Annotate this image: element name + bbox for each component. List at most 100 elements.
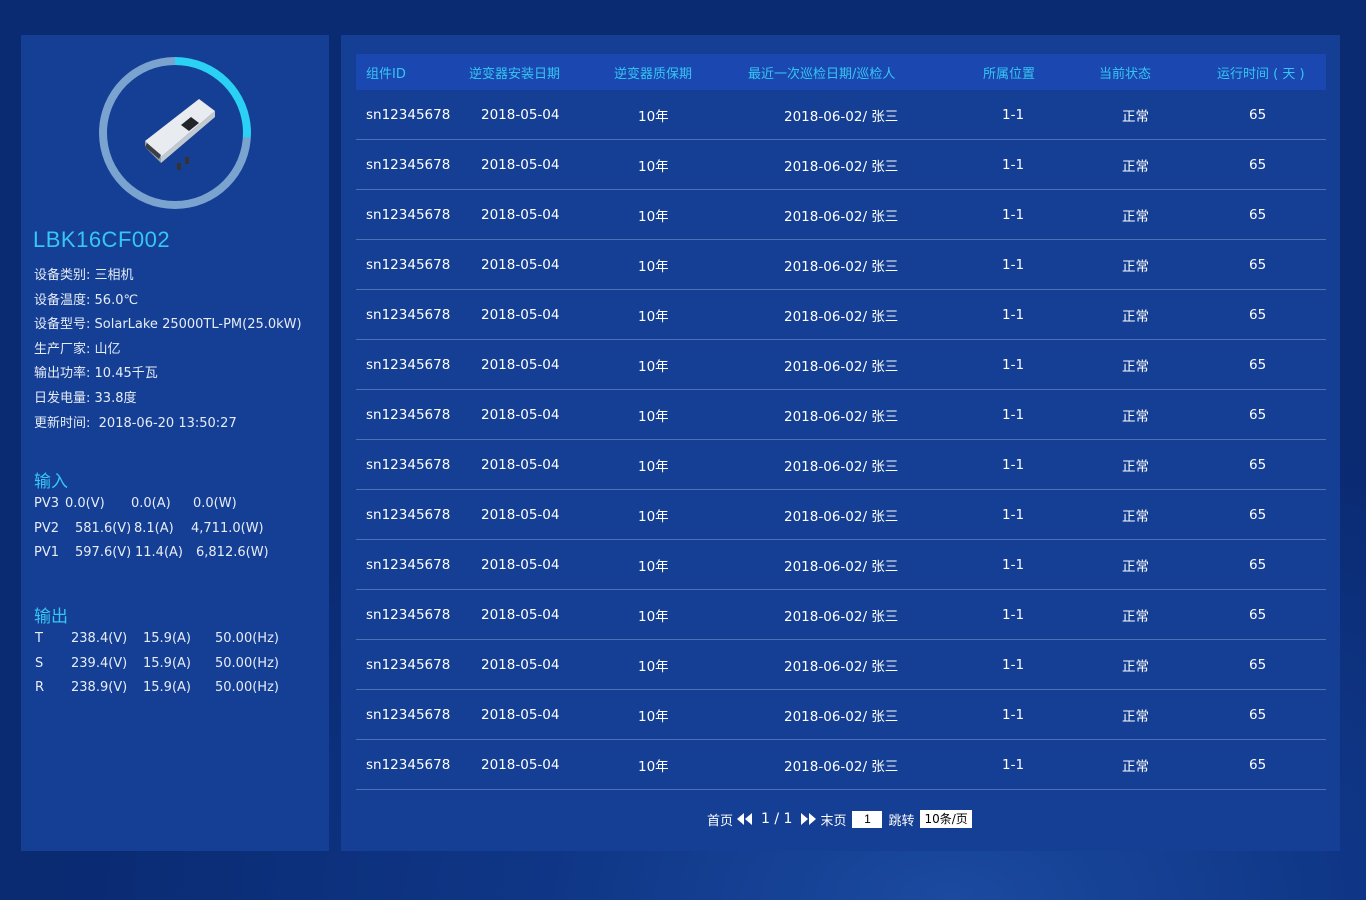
table-row[interactable]: sn12345678 2018-05-04 10年 2018-06-02/ 张三 1-1… — [356, 639, 1326, 690]
cell-last-inspection: 2018-06-02/ 张三 — [729, 489, 959, 540]
column-header-install-date[interactable]: 逆变器安装日期 — [459, 54, 599, 90]
cell-last-inspection: 2018-06-02/ 张三 — [729, 689, 959, 740]
info-row-category: 设备类别: 三相机 — [34, 268, 134, 283]
cell-component-id: sn12345678 — [356, 539, 459, 590]
table-row[interactable]: sn12345678 2018-05-04 10年 2018-06-02/ 张三 1-1… — [356, 589, 1326, 640]
cell-last-inspection: 2018-06-02/ 张三 — [729, 339, 959, 390]
cell-runtime: 65 — [1201, 739, 1326, 790]
table-row[interactable]: sn12345678 2018-05-04 10年 2018-06-02/ 张三 1-1… — [356, 389, 1326, 440]
double-left-arrow-icon[interactable] — [737, 813, 753, 825]
cell-last-inspection: 2018-06-02/ 张三 — [729, 439, 959, 490]
cell-location: 1-1 — [959, 189, 1069, 240]
cell-last-inspection: 2018-06-02/ 张三 — [729, 739, 959, 790]
cell-status: 正常 — [1069, 539, 1201, 590]
column-header-warranty[interactable]: 逆变器质保期 — [599, 54, 729, 90]
cell-location: 1-1 — [959, 389, 1069, 440]
cell-component-id: sn12345678 — [356, 589, 459, 640]
cell-warranty: 10年 — [599, 539, 729, 590]
cell-component-id: sn12345678 — [356, 139, 459, 190]
cell-install-date: 2018-05-04 — [459, 90, 599, 140]
cell-runtime: 65 — [1201, 639, 1326, 690]
cell-last-inspection: 2018-06-02/ 张三 — [729, 539, 959, 590]
cell-status: 正常 — [1069, 239, 1201, 290]
column-header-runtime[interactable]: 运行时间 ( 天 ) — [1201, 54, 1326, 90]
cell-status: 正常 — [1069, 639, 1201, 690]
table-row[interactable]: sn12345678 2018-05-04 10年 2018-06-02/ 张三 1-1… — [356, 189, 1326, 240]
table-row[interactable]: sn12345678 2018-05-04 10年 2018-06-02/ 张三 1-1… — [356, 339, 1326, 390]
cell-component-id: sn12345678 — [356, 439, 459, 490]
cell-location: 1-1 — [959, 739, 1069, 790]
cell-last-inspection: 2018-06-02/ 张三 — [729, 189, 959, 240]
cell-status: 正常 — [1069, 339, 1201, 390]
cell-warranty: 10年 — [599, 589, 729, 640]
cell-install-date: 2018-05-04 — [459, 139, 599, 190]
cell-status: 正常 — [1069, 689, 1201, 740]
cell-status: 正常 — [1069, 739, 1201, 790]
info-row-model: 设备型号: SolarLake 25000TL-PM(25.0kW) — [34, 317, 302, 333]
cell-runtime: 65 — [1201, 539, 1326, 590]
cell-component-id: sn12345678 — [356, 489, 459, 540]
component-list-panel: 组件ID 逆变器安装日期 逆变器质保期 最近一次巡检日期/巡检人 所属位置 当前… — [341, 35, 1340, 851]
cell-install-date: 2018-05-04 — [459, 589, 599, 640]
cell-runtime: 65 — [1201, 189, 1326, 240]
page-number-input[interactable] — [852, 810, 883, 828]
cell-warranty: 10年 — [599, 90, 729, 140]
cell-warranty: 10年 — [599, 289, 729, 340]
cell-install-date: 2018-05-04 — [459, 389, 599, 440]
cell-install-date: 2018-05-04 — [459, 539, 599, 590]
table-row[interactable]: sn12345678 2018-05-04 10年 2018-06-02/ 张三 1-1… — [356, 739, 1326, 790]
cell-warranty: 10年 — [599, 489, 729, 540]
cell-location: 1-1 — [959, 489, 1069, 540]
cell-location: 1-1 — [959, 339, 1069, 390]
cell-location: 1-1 — [959, 589, 1069, 640]
cell-component-id: sn12345678 — [356, 289, 459, 340]
cell-location: 1-1 — [959, 289, 1069, 340]
inverter-image-icon — [145, 99, 215, 170]
cell-location: 1-1 — [959, 90, 1069, 140]
cell-install-date: 2018-05-04 — [459, 239, 599, 290]
double-right-arrow-icon[interactable] — [800, 813, 817, 825]
cell-status: 正常 — [1069, 189, 1201, 240]
table-row[interactable]: sn12345678 2018-05-04 10年 2018-06-02/ 张三 1-1… — [356, 239, 1326, 290]
cell-status: 正常 — [1069, 389, 1201, 440]
cell-location: 1-1 — [959, 689, 1069, 740]
table-row[interactable]: sn12345678 2018-05-04 10年 2018-06-02/ 张三 1-1… — [356, 439, 1326, 490]
last-page-button[interactable]: 末页 — [820, 810, 846, 829]
cell-status: 正常 — [1069, 90, 1201, 140]
cell-runtime: 65 — [1201, 339, 1326, 390]
cell-runtime: 65 — [1201, 239, 1326, 290]
info-row-output-power: 输出功率: 10.45千瓦 — [34, 366, 158, 382]
column-header-status[interactable]: 当前状态 — [1069, 54, 1201, 90]
cell-component-id: sn12345678 — [356, 639, 459, 690]
cell-runtime: 65 — [1201, 289, 1326, 340]
cell-warranty: 10年 — [599, 439, 729, 490]
table-row[interactable]: sn12345678 2018-05-04 10年 2018-06-02/ 张三 1-1… — [356, 90, 1326, 140]
page-size-select[interactable]: 10条/页 — [920, 810, 972, 828]
cell-warranty: 10年 — [599, 389, 729, 440]
cell-last-inspection: 2018-06-02/ 张三 — [729, 639, 959, 690]
pagination: 首页 1 / 1 末页 跳转 10条/页 — [707, 808, 972, 830]
info-row-temperature: 设备温度: 56.0℃ — [34, 292, 139, 308]
column-header-last-inspection[interactable]: 最近一次巡检日期/巡检人 — [729, 54, 959, 90]
table-row[interactable]: sn12345678 2018-05-04 10年 2018-06-02/ 张三 1-1… — [356, 289, 1326, 340]
column-header-location[interactable]: 所属位置 — [959, 54, 1069, 90]
cell-component-id: sn12345678 — [356, 90, 459, 140]
jump-button[interactable]: 跳转 — [888, 810, 914, 829]
cell-runtime: 65 — [1201, 489, 1326, 540]
first-page-button[interactable]: 首页 — [707, 810, 733, 829]
info-row-daily-energy: 日发电量: 33.8度 — [34, 390, 137, 406]
column-header-component-id[interactable]: 组件ID — [356, 54, 459, 90]
device-status-ring — [99, 57, 251, 209]
cell-status: 正常 — [1069, 489, 1201, 540]
device-info-list: 设备类别: 三相机 设备温度: 56.0℃ 设备型号: SolarLake 25… — [34, 264, 302, 436]
table-row[interactable]: sn12345678 2018-05-04 10年 2018-06-02/ 张三 1-1… — [356, 539, 1326, 590]
cell-runtime: 65 — [1201, 439, 1326, 490]
component-table: 组件ID 逆变器安装日期 逆变器质保期 最近一次巡检日期/巡检人 所属位置 当前… — [356, 54, 1326, 790]
cell-last-inspection: 2018-06-02/ 张三 — [729, 139, 959, 190]
table-row[interactable]: sn12345678 2018-05-04 10年 2018-06-02/ 张三 1-1… — [356, 489, 1326, 540]
cell-last-inspection: 2018-06-02/ 张三 — [729, 589, 959, 640]
table-row[interactable]: sn12345678 2018-05-04 10年 2018-06-02/ 张三 1-1… — [356, 139, 1326, 190]
table-row[interactable]: sn12345678 2018-05-04 10年 2018-06-02/ 张三 1-1… — [356, 689, 1326, 740]
cell-status: 正常 — [1069, 589, 1201, 640]
cell-runtime: 65 — [1201, 389, 1326, 440]
